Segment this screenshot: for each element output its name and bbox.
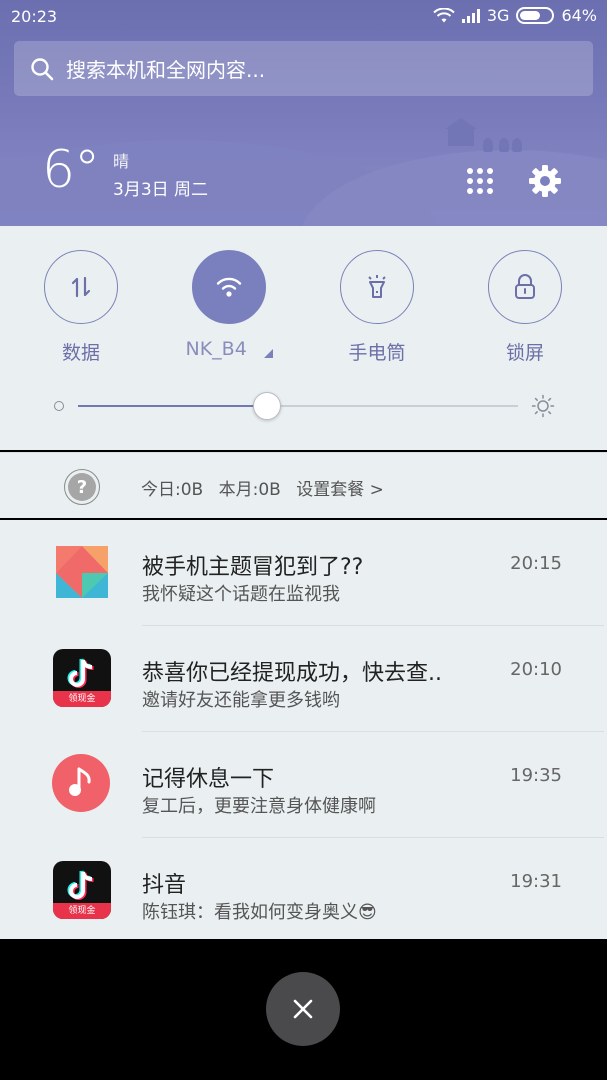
wifi-icon <box>216 277 242 297</box>
status-time: 20:23 <box>11 7 58 26</box>
brightness-track[interactable] <box>78 392 518 420</box>
search-bar[interactable]: 搜索本机和全网内容... <box>14 41 593 96</box>
notification-list: 被手机主题冒犯到了?? 我怀疑这个话题在监视我 20:15 领现金 恭喜你已经提… <box>0 520 607 939</box>
data-usage-month: 本月:0B <box>218 480 281 500</box>
notification-time: 19:31 <box>510 871 562 892</box>
data-plan-link[interactable]: 设置套餐 > <box>296 480 384 500</box>
notification-body: 复工后，更要注意身体健康啊 <box>142 796 376 817</box>
data-usage-text: 今日:0B 本月:0B 设置套餐 > <box>141 475 394 500</box>
battery-icon <box>516 7 555 24</box>
weather-date: 3月3日 周二 <box>113 180 209 200</box>
temperature[interactable]: 6° <box>42 140 100 200</box>
notification-item[interactable]: 领现金 恭喜你已经提现成功，快去查.. 邀请好友还能拿更多钱哟 20:10 <box>0 626 607 732</box>
notification-item[interactable]: 记得休息一下 复工后，更要注意身体健康啊 19:35 <box>0 732 607 838</box>
brightness-high-icon <box>531 394 555 418</box>
toggle-data[interactable]: 数据 <box>36 250 126 365</box>
toggle-wifi[interactable]: NK_B4 <box>184 250 274 365</box>
toggle-lock-label: 锁屏 <box>505 342 544 364</box>
toggle-flashlight-label: 手电筒 <box>348 342 406 364</box>
search-placeholder: 搜索本机和全网内容... <box>66 58 266 82</box>
wifi-expand-icon[interactable] <box>263 349 273 358</box>
help-icon: ? <box>64 469 100 505</box>
notification-title: 抖音 <box>142 873 187 898</box>
toggle-flashlight-circle[interactable] <box>340 250 414 324</box>
toggle-lock[interactable]: 锁屏 <box>480 250 570 365</box>
toggle-flashlight[interactable]: 手电筒 <box>332 250 422 365</box>
toggle-wifi-circle[interactable] <box>192 250 266 324</box>
tiktok-icon: 领现金 <box>53 861 111 919</box>
notification-title: 记得休息一下 <box>142 767 275 792</box>
brightness-fill <box>78 405 268 407</box>
toggle-data-label: 数据 <box>61 342 100 364</box>
tree-decoration <box>512 138 522 152</box>
tiktok-icon: 领现金 <box>53 649 111 707</box>
tree-decoration <box>499 138 509 152</box>
notification-title: 恭喜你已经提现成功，快去查.. <box>142 661 442 686</box>
gear-icon[interactable] <box>527 163 563 199</box>
notification-item[interactable]: 领现金 抖音 陈钰琪：看我如何变身奥义😎 19:31 <box>0 838 607 944</box>
data-usage-today: 今日:0B <box>141 480 204 500</box>
data-usage-row[interactable]: ? 今日:0B 本月:0B 设置套餐 > <box>0 452 607 518</box>
brightness-slider[interactable] <box>0 392 607 422</box>
tiktok-badge: 领现金 <box>53 903 111 919</box>
notification-title: 被手机主题冒犯到了?? <box>142 555 364 580</box>
network-type: 3G <box>486 6 510 25</box>
notification-time: 20:15 <box>510 553 562 574</box>
flashlight-icon <box>368 275 386 298</box>
toggle-lock-circle[interactable] <box>488 250 562 324</box>
brightness-low-icon <box>54 401 64 411</box>
signal-icon <box>461 8 480 23</box>
notification-item[interactable]: 被手机主题冒犯到了?? 我怀疑这个话题在监视我 20:15 <box>0 520 607 626</box>
data-transfer-icon <box>71 276 91 298</box>
wifi-status-icon <box>433 7 455 22</box>
notification-body: 陈钰琪：看我如何变身奥义😎 <box>142 902 377 923</box>
tiktok-badge: 领现金 <box>53 691 111 707</box>
close-icon <box>293 999 313 1019</box>
battery-percent: 64% <box>561 6 597 25</box>
status-bar: 20:23 3G 64% <box>0 0 607 34</box>
house-decoration <box>445 118 477 146</box>
toggle-wifi-label: NK_B4 <box>184 338 274 365</box>
quick-settings-panel: 数据 NK_B4 手电筒 锁屏 <box>0 226 607 450</box>
toggle-data-circle[interactable] <box>44 250 118 324</box>
wifi-network-name: NK_B4 <box>185 338 247 360</box>
notification-body: 我怀疑这个话题在监视我 <box>142 584 340 605</box>
clear-notifications-button[interactable] <box>266 972 340 1046</box>
tree-decoration <box>483 138 493 152</box>
notification-body: 邀请好友还能拿更多钱哟 <box>142 690 340 711</box>
music-icon <box>52 754 110 812</box>
notification-time: 20:10 <box>510 659 562 680</box>
lock-icon <box>515 274 535 299</box>
miui-theme-icon <box>56 546 108 598</box>
apps-grid-icon[interactable] <box>465 166 495 196</box>
search-icon <box>31 57 54 80</box>
weather-header: 20:23 3G 64% 搜索本机和全网内容... 6° 晴 3月3日 周二 <box>0 0 607 226</box>
notification-time: 19:35 <box>510 765 562 786</box>
weather-condition: 晴 <box>113 152 130 171</box>
brightness-thumb[interactable] <box>253 392 282 420</box>
